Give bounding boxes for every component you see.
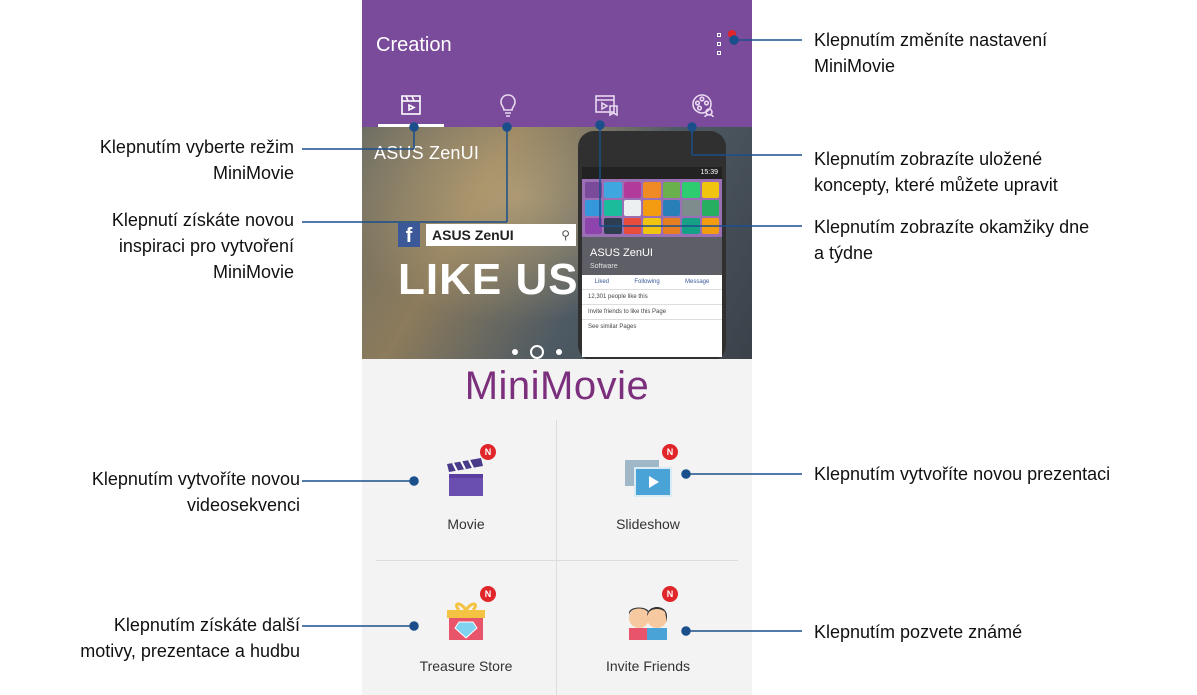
callout-invite: Klepnutím pozvete známé [814, 622, 1023, 642]
invite-friends-button[interactable]: N Invite Friends [558, 562, 738, 695]
clapperboard-icon [447, 458, 483, 496]
promo-banner[interactable]: ASUS ZenUI f ASUS ZenUI ⚲ LIKE US 15:39 … [362, 127, 752, 359]
app-bar: Creation [362, 0, 752, 127]
banner-headline: LIKE US [398, 255, 579, 304]
treasure-store-button[interactable]: N Treasure Store [376, 562, 556, 695]
mini-action-following: Following [634, 279, 660, 285]
tab-moments[interactable] [655, 82, 753, 127]
mini-status-time: 15:39 [582, 167, 722, 179]
new-badge: N [662, 444, 678, 460]
slideshow-button[interactable]: N Slideshow [558, 420, 738, 558]
app-title: Creation [376, 34, 452, 56]
drafts-icon [594, 94, 618, 116]
new-badge: N [480, 444, 496, 460]
callout-slideshow: Klepnutím vytvoříte novou prezentaci [814, 464, 1111, 484]
banner-phone-image: 15:39 ASUS ZenUI Software Liked Followin… [578, 131, 726, 359]
callout-movie: Klepnutím vytvoříte novou videosekvenci [91, 469, 300, 515]
gift-box-icon [447, 602, 485, 640]
movie-label: Movie [447, 516, 485, 532]
settings-menu-icon[interactable] [717, 30, 739, 60]
facebook-search-bar: f ASUS ZenUI ⚲ [398, 223, 580, 247]
clapperboard-icon [400, 94, 421, 115]
notification-dot [728, 30, 736, 38]
callout-inspiration: Klepnutí získáte novou inspiraci pro vyt… [111, 210, 294, 282]
film-reel-icon [692, 93, 715, 117]
phone-screen: Creation ASUS ZenUI f ASUS ZenUI ⚲ LIKE … [362, 0, 752, 695]
mini-page-category: Software [590, 263, 618, 270]
tab-bar [362, 82, 752, 127]
tab-minimovie-mode[interactable] [362, 82, 460, 127]
action-grid: N Movie N Slideshow N Treasure Store N I… [376, 420, 738, 695]
lightbulb-icon [500, 93, 517, 117]
mini-action-message: Message [684, 279, 710, 285]
search-icon: ⚲ [561, 228, 570, 242]
invite-friends-label: Invite Friends [605, 658, 691, 674]
friends-icon [629, 607, 667, 640]
callout-moments: Klepnutím zobrazíte okamžiky dne a týdne [814, 217, 1090, 263]
carousel-indicator[interactable] [512, 345, 562, 359]
mini-line: Invite friends to like this Page [582, 304, 722, 319]
movie-button[interactable]: N Movie [376, 420, 556, 558]
mini-app-grid [582, 179, 722, 237]
callout-store: Klepnutím získáte další motivy, prezenta… [80, 615, 300, 661]
callout-settings: Klepnutím změníte nastavení MiniMovie [814, 30, 1048, 76]
slideshow-label: Slideshow [616, 516, 680, 532]
mini-action-liked: Liked [594, 279, 609, 285]
new-badge: N [480, 586, 496, 602]
slideshow-icon [625, 460, 672, 497]
treasure-store-label: Treasure Store [419, 658, 513, 674]
mini-line: 12,301 people like this [582, 289, 722, 304]
callout-mode: Klepnutím vyberte režim MiniMovie [99, 137, 294, 183]
new-badge: N [662, 586, 678, 602]
tab-drafts[interactable] [557, 82, 655, 127]
minimovie-logo: MiniMovie [464, 364, 650, 408]
tab-inspiration[interactable] [460, 82, 558, 127]
mini-page-name: ASUS ZenUI [590, 247, 653, 259]
facebook-search-text: ASUS ZenUI [432, 227, 514, 243]
facebook-icon: f [398, 223, 420, 247]
mini-line: See similar Pages [582, 319, 722, 334]
zenui-brand-logo: ASUS ZenUI [374, 143, 480, 163]
callout-drafts: Klepnutím zobrazíte uložené koncepty, kt… [814, 149, 1058, 195]
